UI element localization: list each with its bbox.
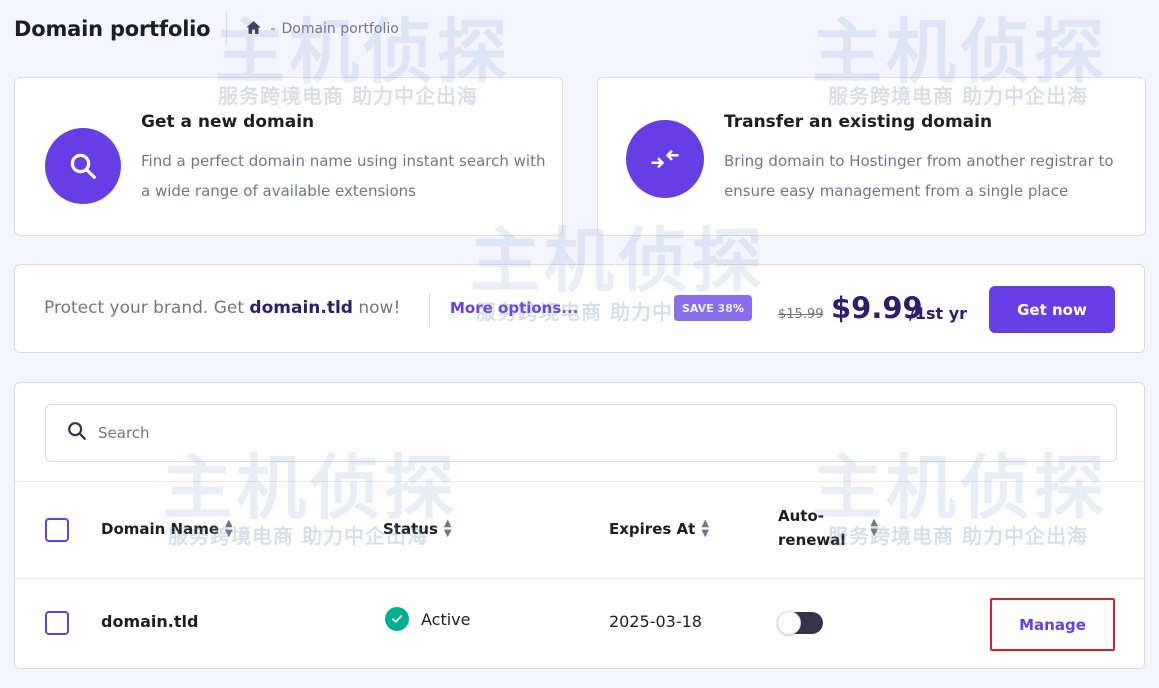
column-header-label: Domain Name <box>101 520 220 538</box>
column-header-auto-renewal[interactable]: Auto-renewal ▲ ▼ <box>778 504 878 552</box>
status-label: Active <box>421 609 471 629</box>
row-checkbox[interactable] <box>45 611 69 635</box>
more-options-link[interactable]: More options... <box>450 299 578 317</box>
price-unit: /1st yr <box>909 304 968 323</box>
column-header-label: Expires At <box>609 520 696 538</box>
breadcrumb-separator: - <box>270 21 276 37</box>
page-header: Domain portfolio - Domain portfolio <box>14 12 399 46</box>
search-box[interactable] <box>45 404 1117 462</box>
select-all-checkbox[interactable] <box>45 518 69 542</box>
old-price: $15.99 <box>778 307 824 322</box>
manage-button[interactable]: Manage <box>990 598 1115 651</box>
check-circle-icon <box>385 607 409 631</box>
offer-description: Bring domain to Hostinger from another r… <box>724 152 1114 200</box>
column-header-label: Auto-renewal <box>778 507 846 549</box>
offer-title: Get a new domain <box>141 112 315 132</box>
transfer-domain-card[interactable]: Transfer an existing domain Bring domain… <box>597 77 1146 236</box>
promo-text-after: now! <box>352 298 401 318</box>
table-row: domain.tld Active 2025-03-18 Manage <box>15 579 1144 669</box>
offer-description: Find a perfect domain name using instant… <box>141 152 546 200</box>
promo-text-before: Protect your brand. Get <box>44 298 250 318</box>
column-header-domain[interactable]: Domain Name ▲ ▼ <box>101 519 233 539</box>
column-header-status[interactable]: Status ▲ ▼ <box>383 519 452 539</box>
discount-badge: SAVE 38% <box>674 295 752 321</box>
sort-icon: ▲ ▼ <box>701 518 710 539</box>
header-divider <box>226 12 228 46</box>
toggle-knob <box>777 611 801 635</box>
promo-domain: domain.tld <box>249 298 353 318</box>
get-new-domain-card[interactable]: Get a new domain Find a perfect domain n… <box>14 77 563 236</box>
search-icon <box>45 128 121 204</box>
column-header-expires[interactable]: Expires At ▲ ▼ <box>609 519 709 539</box>
sort-icon: ▲ ▼ <box>225 518 233 539</box>
promo-divider <box>429 293 430 327</box>
status-cell: Active <box>385 607 471 631</box>
domains-table-card: Domain Name ▲▼ Status ▲▼ Expires At ▲▼ Auto… <box>14 382 1145 669</box>
promo-bar: Protect your brand. Get domain.tld now! … <box>14 264 1145 353</box>
offer-title: Transfer an existing domain <box>724 112 993 132</box>
column-header-label: Status <box>383 520 438 538</box>
auto-renewal-toggle[interactable] <box>777 611 823 635</box>
home-icon[interactable] <box>245 19 270 40</box>
breadcrumb-current: Domain portfolio <box>281 21 399 37</box>
expires-cell: 2025-03-18 <box>609 612 702 631</box>
table-header: Domain Name ▲ ▼ Status ▲ ▼ Expires At ▲ ▼ Auto… <box>15 481 1144 579</box>
search-icon <box>66 420 88 446</box>
breadcrumb: - Domain portfolio <box>245 19 399 40</box>
sort-icon: ▲ ▼ <box>443 518 452 539</box>
page-title: Domain portfolio <box>14 17 211 41</box>
sort-icon: ▲ ▼ <box>870 517 878 538</box>
transfer-arrows-icon <box>626 120 704 198</box>
promo-text: Protect your brand. Get domain.tld now! <box>44 298 400 318</box>
search-input[interactable] <box>98 413 1116 453</box>
get-now-button[interactable]: Get now <box>989 286 1115 333</box>
domain-name-cell: domain.tld <box>101 612 199 631</box>
page: Domain portfolio - Domain portfolio Get … <box>0 0 1159 688</box>
